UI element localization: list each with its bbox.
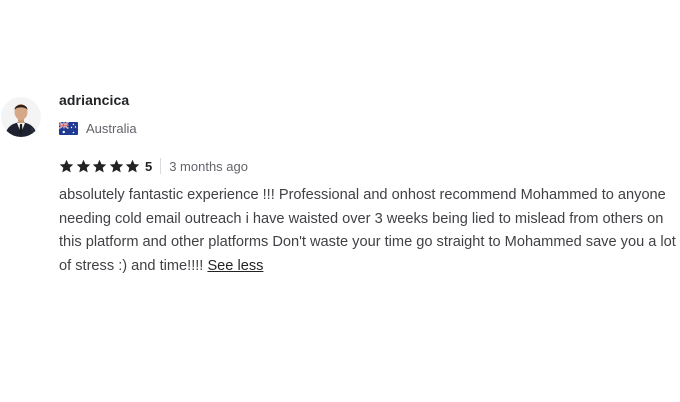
- review-body: absolutely fantastic experience !!! Prof…: [59, 184, 679, 278]
- rating-value: 5: [144, 158, 153, 174]
- star-icon: [126, 159, 140, 172]
- user-avatar[interactable]: [1, 97, 41, 137]
- star-icon: [76, 159, 90, 172]
- rating-row: 5 3 months ago: [59, 157, 248, 175]
- star-rating: [59, 159, 142, 174]
- reviewer-username[interactable]: adriancica: [59, 92, 129, 108]
- divider: [160, 158, 162, 174]
- star-icon: [59, 159, 74, 172]
- country-name: Australia: [86, 120, 137, 136]
- avatar-photo-icon: [1, 97, 41, 137]
- reviewer-country: Australia: [59, 120, 137, 136]
- review-text: absolutely fantastic experience !!! Prof…: [59, 187, 676, 274]
- star-icon: [92, 159, 107, 172]
- review-card: adriancica Australia 5 3 months ago abso…: [0, 0, 680, 402]
- star-icon: [109, 159, 124, 172]
- see-less-link[interactable]: See less: [207, 258, 263, 274]
- australia-flag-icon: [59, 121, 78, 135]
- review-time: 3 months ago: [169, 158, 248, 174]
